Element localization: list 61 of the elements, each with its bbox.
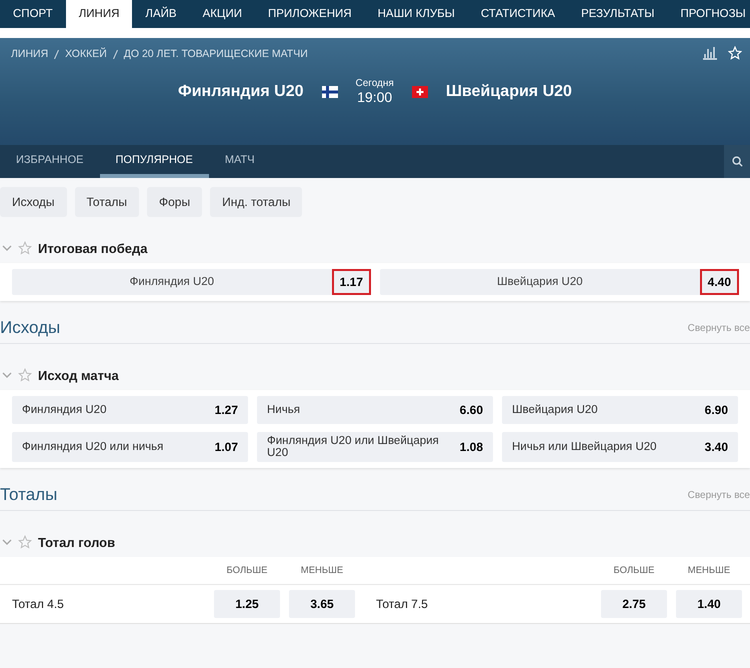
column-header: БОЛЬШЕ: [612, 564, 656, 578]
bet-option[interactable]: Финляндия U20 или ничья 1.07: [12, 432, 248, 462]
odds-value: 4.40: [700, 269, 739, 295]
section-tab[interactable]: ПОПУЛЯРНОЕ: [100, 145, 209, 178]
star-icon[interactable]: [18, 535, 32, 549]
odds-button[interactable]: 2.75: [601, 590, 667, 618]
nav-tab[interactable]: СПОРТ: [0, 0, 66, 28]
nav-tab[interactable]: СТАТИСТИКА: [468, 0, 568, 28]
away-team: Швейцария U20: [446, 82, 572, 100]
bet-option[interactable]: Ничья 6.60: [257, 396, 493, 424]
chevron-down-icon[interactable]: [2, 538, 12, 546]
match-time: 19:00: [357, 89, 392, 105]
search-icon: [732, 156, 742, 167]
total-line-label: Тотал 7.5: [375, 597, 429, 611]
slash-separator-icon: [54, 50, 60, 58]
market-title: Исход матча: [38, 368, 119, 382]
column-header: МЕНЬШЕ: [300, 564, 344, 578]
finland-flag-icon: [322, 86, 338, 98]
section-tab[interactable]: ИЗБРАННОЕ: [0, 145, 100, 178]
chevron-down-icon[interactable]: [2, 244, 12, 252]
filter-chip[interactable]: Инд. тоталы: [210, 187, 302, 217]
bet-option[interactable]: Финляндия U20 1.17: [12, 269, 370, 295]
bet-option[interactable]: Финляндия U20 1.27: [12, 396, 248, 424]
filter-chip[interactable]: Исходы: [0, 187, 67, 217]
slash-separator-icon: [112, 50, 118, 58]
bar-chart-icon[interactable]: [702, 46, 718, 60]
section-tab[interactable]: МАТЧ: [208, 145, 271, 178]
chevron-down-icon[interactable]: [2, 371, 12, 379]
search-button[interactable]: [724, 145, 750, 178]
switzerland-flag-icon: [412, 86, 428, 98]
bet-option[interactable]: Швейцария U20 4.40: [380, 269, 738, 295]
total-line-label: Тотал 4.5: [11, 597, 65, 611]
filter-chip[interactable]: Форы: [147, 187, 202, 217]
nav-tab[interactable]: НАШИ КЛУБЫ: [364, 0, 468, 28]
breadcrumb-link[interactable]: ДО 20 ЛЕТ. ТОВАРИЩЕСКИЕ МАТЧИ: [124, 48, 308, 60]
nav-tab[interactable]: ЛАЙВ: [132, 0, 190, 28]
nav-tab[interactable]: АКЦИИ: [190, 0, 255, 28]
section-title: Исходы: [0, 318, 60, 338]
nav-tab[interactable]: ПРИЛОЖЕНИЯ: [254, 0, 365, 28]
breadcrumb-link[interactable]: ХОККЕЙ: [65, 48, 107, 60]
filter-chip[interactable]: Тоталы: [74, 187, 139, 217]
odds-button[interactable]: 3.65: [289, 590, 355, 618]
market-title: Итоговая победа: [38, 240, 148, 256]
odds-button[interactable]: 1.40: [676, 590, 742, 618]
market-title: Тотал голов: [38, 534, 116, 550]
breadcrumb-link[interactable]: ЛИНИЯ: [11, 48, 48, 60]
section-title: Тоталы: [0, 485, 58, 505]
bet-option[interactable]: Финляндия U20 или Швейцария U20 1.08: [257, 432, 493, 462]
home-team: Финляндия U20: [178, 82, 304, 100]
odds-value: 1.17: [332, 269, 371, 295]
column-header: БОЛЬШЕ: [226, 564, 268, 578]
nav-tab[interactable]: ЛИНИЯ: [66, 0, 132, 28]
star-icon[interactable]: [18, 368, 32, 382]
column-header: МЕНЬШЕ: [686, 564, 732, 578]
nav-tab[interactable]: ПРОГНОЗЫ: [667, 0, 750, 28]
star-icon[interactable]: [18, 241, 32, 255]
bet-option[interactable]: Ничья или Швейцария U20 3.40: [502, 432, 738, 462]
bet-option[interactable]: Швейцария U20 6.90: [502, 396, 738, 424]
match-day: Сегодня: [356, 78, 394, 89]
odds-button[interactable]: 1.25: [214, 590, 280, 618]
nav-tab[interactable]: РЕЗУЛЬТАТЫ: [568, 0, 668, 28]
